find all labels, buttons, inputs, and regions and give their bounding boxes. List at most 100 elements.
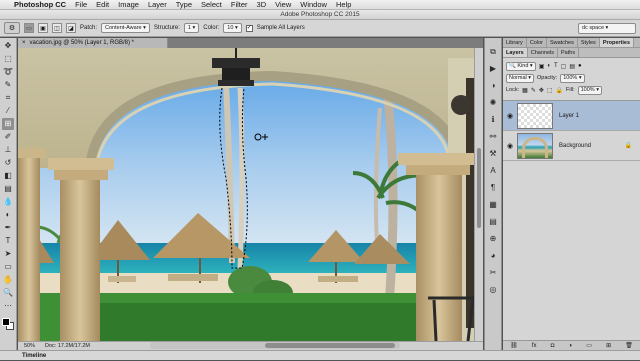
workspace-select[interactable]: dc space ▾ — [578, 23, 636, 34]
filter-smart-icon[interactable]: ▤ — [569, 63, 575, 70]
layer-name[interactable]: Layer 1 — [559, 113, 579, 119]
new-layer-icon[interactable]: ⊞ — [606, 341, 611, 350]
structure-select[interactable]: 1 ▾ — [183, 23, 200, 33]
link-layers-icon[interactable]: ⛓ — [510, 341, 518, 350]
new-group-icon[interactable]: ▭ — [586, 341, 592, 350]
history-icon[interactable]: ⧉ — [487, 46, 499, 58]
lasso-tool-icon[interactable]: ➰ — [2, 66, 14, 78]
trash-icon[interactable]: 🗑 — [625, 341, 633, 350]
layer-row-background[interactable]: ◉ Background 🔒 — [503, 131, 640, 161]
lock-artboard-icon[interactable]: ⬚ — [547, 87, 553, 94]
fx-icon[interactable]: fx — [532, 341, 537, 350]
navigator-icon[interactable]: ⊕ — [487, 233, 499, 245]
lock-position-icon[interactable]: ✥ — [539, 87, 544, 94]
styles-icon[interactable]: ◎ — [487, 284, 499, 296]
selection-mode-subtract[interactable]: ◫ — [52, 23, 62, 33]
paragraph-icon[interactable]: ¶ — [487, 182, 499, 194]
zoom-level[interactable]: 50% — [24, 342, 35, 350]
menu-edit[interactable]: Edit — [96, 0, 109, 9]
zoom-tool-icon[interactable]: 🔍 — [2, 287, 14, 299]
horizontal-scrollbar[interactable] — [150, 342, 400, 349]
crop-tool-icon[interactable]: ⌗ — [2, 92, 14, 104]
filter-adjust-icon[interactable]: ◐ — [547, 63, 551, 70]
tab-properties[interactable]: Properties — [599, 38, 635, 47]
lock-transparent-icon[interactable]: ▦ — [522, 87, 528, 94]
timeline-panel-tab[interactable]: Timeline — [0, 350, 640, 360]
close-tab-icon[interactable]: × — [22, 40, 26, 46]
visibility-eye-icon[interactable]: ◉ — [503, 142, 517, 150]
selection-mode-intersect[interactable]: ◪ — [66, 23, 76, 33]
opacity-input[interactable]: 100% ▾ — [560, 73, 585, 83]
patch-select[interactable]: Content-Aware ▾ — [101, 23, 150, 33]
tab-swatches[interactable]: Swatches — [547, 38, 578, 47]
doc-size[interactable]: Doc: 17.2M/17.2M — [45, 342, 90, 350]
color-swatches[interactable] — [1, 317, 15, 331]
move-tool-icon[interactable]: ✥ — [2, 40, 14, 52]
menu-view[interactable]: View — [275, 0, 291, 9]
shape-tool-icon[interactable]: ▭ — [2, 261, 14, 273]
clone-source-icon[interactable]: ⚯ — [487, 131, 499, 143]
tab-color[interactable]: Color — [527, 38, 547, 47]
tools-icon[interactable]: ✂ — [487, 267, 499, 279]
eyedropper-tool-icon[interactable]: ⁄ — [2, 105, 14, 117]
foreground-color[interactable] — [2, 318, 10, 326]
menu-app-name[interactable]: Photoshop CC — [14, 0, 66, 9]
selection-mode-add[interactable]: ▣ — [38, 23, 48, 33]
gradient-tool-icon[interactable]: ▤ — [2, 183, 14, 195]
fill-input[interactable]: 100% ▾ — [577, 85, 602, 95]
document-canvas[interactable] — [18, 48, 483, 341]
menu-select[interactable]: Select — [201, 0, 222, 9]
layer-comps-icon[interactable]: ▤ — [487, 216, 499, 228]
selection-mode-new[interactable]: ▭ — [24, 23, 34, 33]
path-select-tool-icon[interactable]: ➤ — [2, 248, 14, 260]
tab-styles[interactable]: Styles — [578, 38, 600, 47]
menu-3d[interactable]: 3D — [257, 0, 267, 9]
menu-type[interactable]: Type — [176, 0, 192, 9]
lock-pixels-icon[interactable]: ✎ — [531, 87, 536, 94]
pen-tool-icon[interactable]: ✒ — [2, 222, 14, 234]
adjustment-layer-icon[interactable]: ◑ — [568, 341, 572, 350]
document-tab[interactable]: × vacation.jpg @ 50% (Layer 1, RGB/8) * — [18, 38, 168, 48]
lock-all-icon[interactable]: 🔒 — [556, 87, 563, 94]
patch-tool-icon[interactable]: ⊞ — [2, 118, 14, 130]
blend-mode-select[interactable]: Normal ▾ — [506, 73, 535, 83]
brush-tool-icon[interactable]: ✐ — [2, 131, 14, 143]
add-mask-icon[interactable]: ◘ — [551, 341, 555, 350]
swatches-icon[interactable]: ◕ — [487, 250, 499, 262]
tool-presets-icon[interactable]: ⚒ — [487, 148, 499, 160]
dodge-tool-icon[interactable]: ◐ — [2, 209, 14, 221]
notes-icon[interactable]: ▦ — [487, 199, 499, 211]
tool-preset-picker[interactable]: ⚙ — [4, 22, 20, 34]
menu-layer[interactable]: Layer — [148, 0, 167, 9]
adjustments-icon[interactable]: ◑ — [487, 80, 499, 92]
tab-library[interactable]: Library — [503, 38, 527, 47]
menu-filter[interactable]: Filter — [231, 0, 248, 9]
filter-toggle-icon[interactable]: ● — [578, 63, 582, 70]
layer-name[interactable]: Background — [559, 143, 591, 149]
menu-window[interactable]: Window — [300, 0, 327, 9]
tab-layers[interactable]: Layers — [503, 48, 528, 57]
type-tool-icon[interactable]: T — [2, 235, 14, 247]
menu-file[interactable]: File — [75, 0, 87, 9]
vertical-scrollbar[interactable] — [474, 48, 483, 341]
filter-pixel-icon[interactable]: ▣ — [539, 63, 545, 70]
actions-icon[interactable]: ▶ — [487, 63, 499, 75]
stamp-tool-icon[interactable]: ⊥ — [2, 144, 14, 156]
visibility-eye-icon[interactable]: ◉ — [503, 112, 517, 120]
menu-image[interactable]: Image — [118, 0, 139, 9]
character-icon[interactable]: A — [487, 165, 499, 177]
brush-presets-icon[interactable]: ✺ — [487, 97, 499, 109]
more-tools-icon[interactable]: ⋯ — [2, 300, 14, 312]
vertical-scroll-thumb[interactable] — [477, 148, 481, 228]
color-select[interactable]: 10 ▾ — [223, 23, 242, 33]
filter-type-icon[interactable]: T — [554, 63, 558, 70]
horizontal-scroll-thumb[interactable] — [265, 343, 395, 348]
blur-tool-icon[interactable]: 💧 — [2, 196, 14, 208]
tab-channels[interactable]: Channels — [528, 48, 558, 57]
layer-row-layer1[interactable]: ◉ Layer 1 — [503, 101, 640, 131]
filter-shape-icon[interactable]: ▢ — [561, 63, 567, 70]
quick-select-tool-icon[interactable]: ✎ — [2, 79, 14, 91]
history-brush-tool-icon[interactable]: ↺ — [2, 157, 14, 169]
tab-paths[interactable]: Paths — [558, 48, 580, 57]
info-icon[interactable]: ℹ — [487, 114, 499, 126]
